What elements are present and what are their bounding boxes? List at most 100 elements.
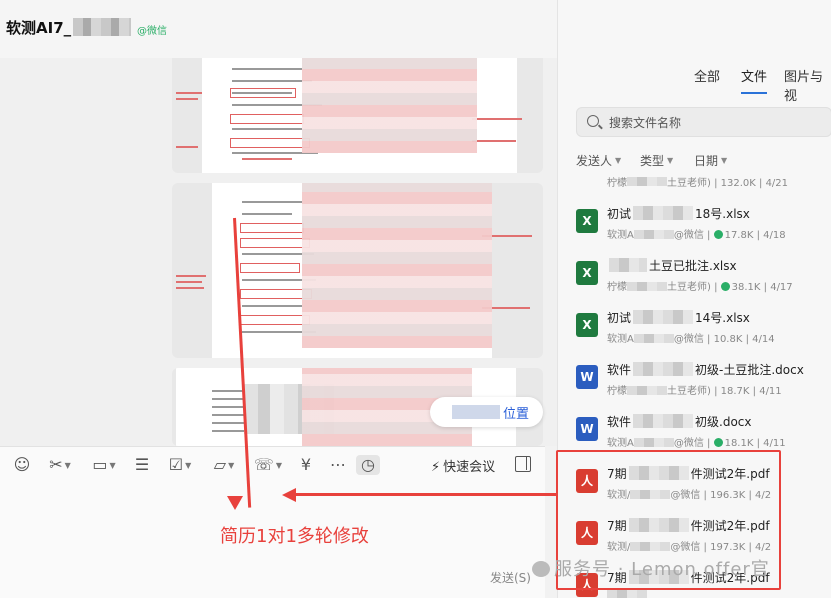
document-message[interactable] bbox=[172, 58, 543, 173]
file-name-end: 18号.xlsx bbox=[695, 207, 750, 221]
redacted-text bbox=[607, 590, 647, 598]
quick-meeting-button[interactable]: ⚡ 快速会议 bbox=[431, 456, 495, 475]
redacted-title bbox=[73, 18, 132, 36]
file-meta: 软测A @微信 | 17.8K | 4/18 bbox=[607, 230, 786, 241]
redacted-text bbox=[633, 362, 694, 376]
calendar-check-icon[interactable]: ☑ ▼ bbox=[164, 455, 196, 475]
file-name-end: 14号.xlsx bbox=[695, 311, 750, 325]
file-size: 18.7K bbox=[720, 386, 750, 397]
emoji-icon[interactable]: ☺ bbox=[12, 455, 32, 475]
file-sender-suffix: 土豆老师) bbox=[667, 386, 711, 397]
file-date: 4/14 bbox=[752, 334, 775, 345]
watermark: 服务号 · Lemon offer官 bbox=[532, 555, 770, 581]
file-row[interactable]: X 初试 14号.xlsx 软测A @微信 | 10.8K | 4/14 bbox=[576, 302, 831, 354]
file-sender-suffix: 土豆老师) bbox=[667, 178, 711, 189]
file-sender: 柠檬 bbox=[607, 282, 627, 293]
file-sender-suffix: @微信 bbox=[673, 334, 704, 345]
file-date: 4/18 bbox=[763, 230, 786, 241]
red-packet-icon[interactable]: ¥ bbox=[296, 455, 316, 475]
file-date: 4/11 bbox=[763, 438, 786, 449]
file-row[interactable]: X 初试 18号.xlsx 软测A @微信 | 17.8K | 4/18 bbox=[576, 198, 831, 250]
file-name: 软件 初级-土豆批注.docx bbox=[607, 361, 804, 378]
annotation-arrow-head bbox=[227, 496, 243, 510]
document-icon[interactable]: ☰ bbox=[132, 455, 152, 475]
file-row[interactable]: X 土豆已批注.xlsx 柠檬 土豆老师) | 38.1K | 4/17 bbox=[576, 250, 831, 302]
image-icon[interactable]: ▭ ▼ bbox=[88, 455, 120, 475]
file-name-start: 初试 bbox=[607, 311, 632, 325]
file-meta: 软测A @微信 | 10.8K | 4/14 bbox=[607, 334, 775, 345]
file-tabs: 全部 文件 图片与视 bbox=[558, 66, 831, 104]
file-date: 4/11 bbox=[759, 386, 782, 397]
annotation-arrow-horizontal bbox=[294, 493, 560, 496]
chevron-down-icon: ▼ bbox=[615, 156, 622, 165]
file-date: 4/17 bbox=[770, 282, 793, 293]
chat-history-icon[interactable]: ◷ bbox=[356, 455, 380, 475]
file-name: 初试 14号.xlsx bbox=[607, 309, 750, 326]
lightning-icon: ⚡ bbox=[431, 460, 441, 475]
file-filters: 发送人 ▼ 类型 ▼ 日期 ▼ bbox=[576, 152, 831, 170]
redacted-content bbox=[302, 183, 492, 348]
redacted-text bbox=[633, 230, 674, 239]
file-meta: 柠檬 土豆老师) | 38.1K | 4/17 bbox=[607, 282, 793, 293]
tab-all[interactable]: 全部 bbox=[694, 66, 720, 85]
locate-position-button[interactable]: 位置 bbox=[430, 397, 543, 427]
file-sender-suffix: @微信 bbox=[673, 230, 704, 241]
tab-files[interactable]: 文件 bbox=[741, 66, 767, 85]
filter-sender-label: 发送人 bbox=[576, 154, 613, 168]
redacted-text bbox=[633, 206, 694, 220]
more-icon[interactable]: ⋯ bbox=[328, 455, 348, 475]
file-row[interactable]: 柠檬 土豆老师) | 132.0K | 4/21 bbox=[576, 172, 831, 198]
downloaded-icon bbox=[713, 438, 723, 447]
chat-messages[interactable]: 位置 bbox=[0, 58, 557, 446]
watermark-text: 服务号 · Lemon offer官 bbox=[554, 559, 770, 580]
redacted-text bbox=[627, 282, 667, 291]
tab-images-videos[interactable]: 图片与视 bbox=[784, 66, 831, 104]
scissors-icon[interactable]: ✂ ▼ bbox=[44, 455, 76, 475]
active-tab-indicator bbox=[741, 92, 767, 94]
file-search-input[interactable] bbox=[609, 114, 809, 132]
file-search-box[interactable] bbox=[576, 107, 831, 137]
file-meta bbox=[607, 590, 647, 598]
filter-sender[interactable]: 发送人 ▼ bbox=[576, 152, 621, 169]
chat-title: 软测AI7_ bbox=[6, 17, 132, 38]
side-panel-icon[interactable] bbox=[515, 456, 531, 472]
filter-type[interactable]: 类型 ▼ bbox=[640, 152, 673, 169]
quick-meeting-label: 快速会议 bbox=[443, 460, 496, 475]
message-compose-box[interactable]: 简历1对1多轮修改 发送(S) bbox=[0, 482, 545, 598]
file-name-end: 初级-土豆批注.docx bbox=[695, 363, 804, 377]
file-size: 18.1K bbox=[724, 438, 754, 449]
file-meta: 柠檬 土豆老师) | 18.7K | 4/11 bbox=[607, 386, 782, 397]
chevron-down-icon: ▼ bbox=[667, 156, 674, 165]
excel-file-icon: X bbox=[576, 209, 598, 233]
folder-icon[interactable]: ▱ ▼ bbox=[208, 455, 240, 475]
file-sender: 柠檬 bbox=[607, 178, 627, 189]
annotation-text: 简历1对1多轮修改 bbox=[220, 526, 369, 547]
message-toolbar: ☺ ✂ ▼ ▭ ▼ ☰ ☑ ▼ ▱ ▼ ☏ ▼ ¥ ⋯ ◷ ⚡ 快速会议 bbox=[0, 446, 545, 482]
file-sender: 软测A bbox=[607, 230, 634, 241]
file-sender: 软测A bbox=[607, 334, 634, 345]
redacted-text bbox=[633, 438, 674, 447]
downloaded-icon bbox=[720, 282, 730, 291]
file-name-end: 初级.docx bbox=[695, 415, 752, 429]
filter-date[interactable]: 日期 ▼ bbox=[694, 152, 727, 169]
file-size: 38.1K bbox=[731, 282, 761, 293]
redacted-text bbox=[609, 258, 647, 272]
annotation-arrow-head bbox=[282, 488, 296, 502]
wechat-badge: @微信 bbox=[137, 26, 167, 37]
chevron-down-icon: ▼ bbox=[721, 156, 728, 165]
file-row[interactable]: W 软件 初级-土豆批注.docx 柠檬 土豆老师) | 18.7K | 4/11 bbox=[576, 354, 831, 406]
search-icon bbox=[587, 115, 599, 127]
file-sender-suffix: @微信 bbox=[673, 438, 704, 449]
file-size: 10.8K bbox=[713, 334, 743, 345]
redacted-text bbox=[627, 386, 667, 395]
file-name-start: 软件 bbox=[607, 415, 632, 429]
phone-icon[interactable]: ☏ ▼ bbox=[252, 455, 284, 475]
redacted-content bbox=[302, 58, 477, 153]
file-name-end: 土豆已批注.xlsx bbox=[649, 259, 737, 273]
file-meta: 柠檬 土豆老师) | 132.0K | 4/21 bbox=[607, 177, 789, 189]
file-sender: 柠檬 bbox=[607, 386, 627, 397]
send-button[interactable]: 发送(S) bbox=[490, 569, 531, 586]
file-name: 初试 18号.xlsx bbox=[607, 205, 750, 222]
file-size: 17.8K bbox=[724, 230, 754, 241]
document-message[interactable] bbox=[172, 183, 543, 358]
